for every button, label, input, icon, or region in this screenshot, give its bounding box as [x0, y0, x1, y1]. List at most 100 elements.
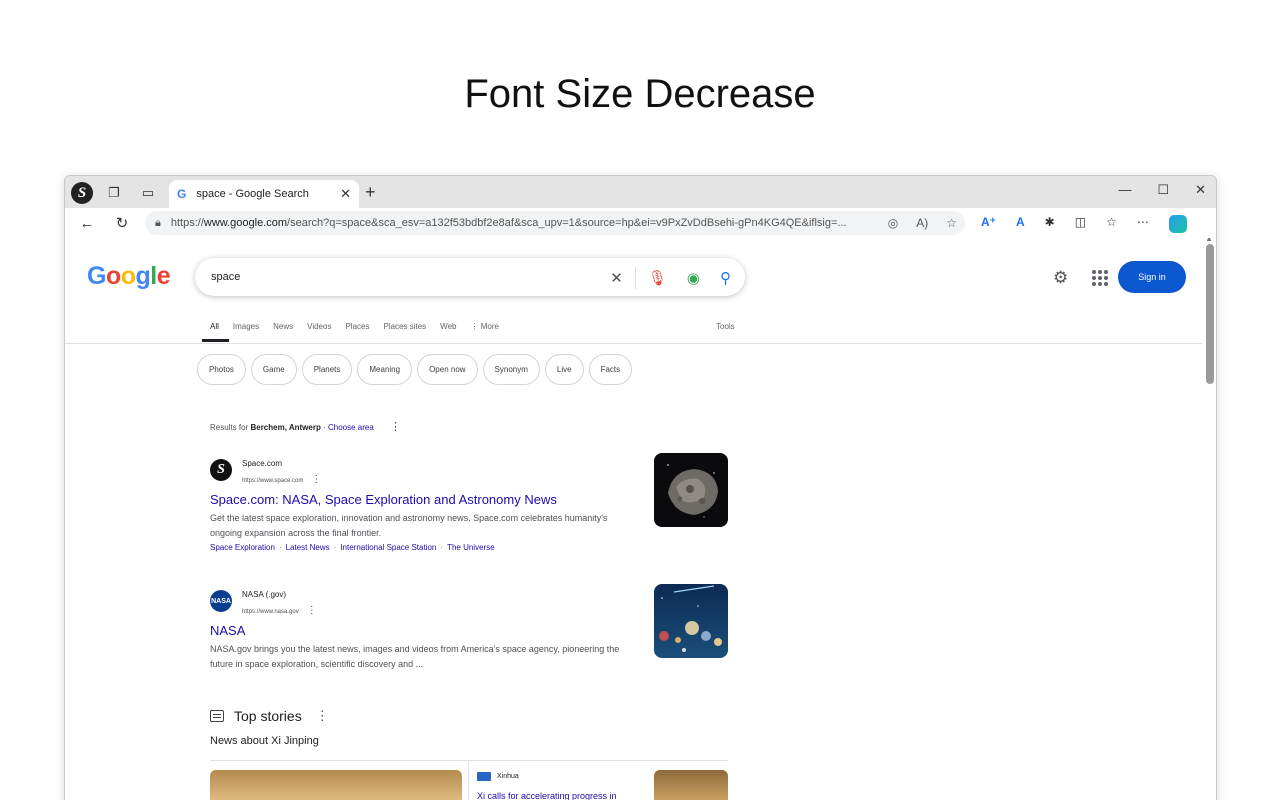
url-rest: /search?q=space&sca_esv=a132f53bdbf2e8af… [287, 217, 847, 229]
back-icon[interactable]: ← [75, 211, 99, 235]
window-controls: — ☐ ✕ [1118, 182, 1206, 198]
result-title-link[interactable]: Space.com: NASA, Space Exploration and A… [210, 492, 557, 507]
scroll-up-icon[interactable]: ▲ [1205, 238, 1213, 243]
tab-all[interactable]: All [202, 322, 229, 342]
url-host: www.google.com [203, 217, 288, 229]
sitelink[interactable]: Space Exploration [210, 543, 275, 552]
xinhua-logo-icon [477, 772, 491, 781]
maximize-icon[interactable]: ☐ [1157, 182, 1169, 198]
sign-in-button[interactable]: Sign in [1118, 261, 1186, 293]
result-url-text: https://www.nasa.gov [242, 609, 299, 615]
voice-search-icon[interactable]: 🎙︎ [648, 269, 667, 287]
favorite-star-icon[interactable]: ☆ [946, 216, 957, 230]
result-thumbnail-planets[interactable] [654, 584, 728, 658]
tools-button[interactable]: Tools [716, 322, 735, 331]
result-site-name: NASA (.gov) [242, 590, 287, 599]
chip-synonym[interactable]: Synonym [482, 354, 540, 385]
refresh-icon[interactable]: ↻ [110, 211, 134, 235]
top-stories-menu-icon[interactable]: ⋮ [316, 708, 329, 724]
copilot-icon[interactable] [1168, 215, 1187, 233]
address-bar[interactable]: 🔒︎ https://www.google.com/search?q=space… [145, 211, 965, 235]
search-query: space [211, 271, 241, 283]
chip-open-now[interactable]: Open now [417, 354, 478, 385]
tab-web[interactable]: Web [440, 322, 456, 331]
search-tabs: All Images News Videos Places Places sit… [202, 322, 513, 342]
result-thumbnail-asteroid[interactable] [654, 453, 728, 527]
story-image[interactable] [210, 770, 462, 800]
story-source-name: Xinhua [497, 773, 519, 780]
google-apps-icon[interactable] [1092, 270, 1108, 286]
new-tab-button[interactable]: + [365, 182, 376, 203]
top-stories-heading: Top stories ⋮ [210, 708, 329, 724]
chip-photos[interactable]: Photos [197, 354, 246, 385]
chip-facts[interactable]: Facts [588, 354, 633, 385]
tab-title: space - Google Search [196, 188, 309, 200]
url-prefix: https:// [170, 217, 204, 229]
page-caption: Font Size Decrease [464, 72, 816, 116]
browser-window: S ❐ ▭ G space - Google Search ✕ + — ☐ ✕ … [64, 175, 1217, 800]
chip-meaning[interactable]: Meaning [357, 354, 413, 385]
result-url: https://www.nasa.gov ⋮ [242, 605, 317, 616]
search-input[interactable]: space ✕ 🎙︎ ◉ ⚲ [195, 258, 745, 296]
story-thumbnail[interactable] [654, 770, 728, 800]
favorites-icon[interactable]: ☆ [1106, 215, 1117, 233]
location-prefix: Results for [210, 423, 251, 432]
split-screen-icon[interactable]: ◫ [1075, 215, 1086, 233]
workspaces-icon[interactable]: ❐ [103, 182, 125, 204]
profile-avatar[interactable]: S [71, 182, 93, 204]
tab-close-icon[interactable]: ✕ [340, 186, 351, 202]
settings-gear-icon[interactable]: ⚙ [1053, 268, 1068, 288]
tab-news[interactable]: News [273, 322, 293, 331]
result-menu-icon[interactable]: ⋮ [307, 605, 317, 616]
scrollbar-thumb[interactable] [1206, 244, 1214, 384]
result-url: https://www.space.com ⋮ [242, 474, 321, 485]
tab-images[interactable]: Images [233, 322, 259, 331]
location-notice: Results for Berchem, Antwerp · Choose ar… [210, 420, 401, 433]
top-stories-title: Top stories [234, 708, 302, 724]
extensions-icon[interactable]: ✱ [1045, 215, 1055, 233]
result-url-text: https://www.space.com [242, 478, 304, 484]
search-divider [634, 267, 636, 289]
lock-icon: 🔒︎ [155, 216, 161, 229]
result-site-name: Space.com [242, 459, 283, 468]
tab-strip: S ❐ ▭ G space - Google Search ✕ + — ☐ ✕ [65, 176, 1216, 208]
font-increase-icon[interactable]: A⁺ [981, 215, 996, 233]
chip-live[interactable]: Live [544, 354, 584, 385]
story-source: Xinhua [477, 772, 519, 781]
sitelink[interactable]: The Universe [447, 543, 495, 552]
tabs-divider [65, 343, 1202, 344]
tab-more[interactable]: ⋮ More [470, 322, 498, 331]
location-place: Berchem, Antwerp [250, 423, 321, 432]
tab-places-sites[interactable]: Places sites [383, 322, 426, 331]
choose-area-link[interactable]: Choose area [328, 423, 374, 432]
tab-places[interactable]: Places [345, 322, 369, 331]
result-title-link[interactable]: NASA [210, 623, 245, 638]
result-sitelinks: Space Exploration · Latest News · Internatio… [210, 543, 495, 552]
sitelink[interactable]: Latest News [286, 543, 330, 552]
location-menu-icon[interactable]: ⋮ [390, 421, 401, 433]
tab-google-search[interactable]: G space - Google Search ✕ [169, 180, 359, 208]
story-title-link[interactable]: Xi calls for accelerating progress in [477, 791, 617, 800]
google-results-page: ▲ Google space ✕ 🎙︎ ◉ ⚲ ⚙ Sign in All Im… [65, 238, 1216, 800]
news-about-label: News about Xi Jinping [210, 735, 319, 747]
vertical-tabs-icon[interactable]: ▭ [137, 182, 159, 204]
lens-camera-icon[interactable]: ◉ [687, 269, 700, 287]
sitelink[interactable]: International Space Station [340, 543, 436, 552]
tracking-prevention-icon[interactable]: ◎ [888, 216, 898, 230]
chip-game[interactable]: Game [250, 354, 297, 385]
clear-search-icon[interactable]: ✕ [610, 269, 623, 287]
result-snippet: NASA.gov brings you the latest news, ima… [210, 644, 620, 669]
chip-planets[interactable]: Planets [301, 354, 353, 385]
minimize-icon[interactable]: — [1118, 182, 1131, 198]
result-menu-icon[interactable]: ⋮ [311, 474, 321, 485]
more-menu-icon[interactable]: ⋯ [1137, 215, 1149, 233]
refinement-chips: Photos Game Planets Meaning Open now Syn… [197, 354, 633, 385]
tab-videos[interactable]: Videos [307, 322, 331, 331]
font-decrease-icon[interactable]: A [1016, 215, 1025, 233]
read-aloud-icon[interactable]: A) [916, 216, 928, 230]
search-icon[interactable]: ⚲ [720, 269, 731, 287]
stories-vertical-divider [468, 760, 469, 800]
close-window-icon[interactable]: ✕ [1195, 182, 1206, 198]
location-sep: · [320, 423, 328, 432]
google-logo[interactable]: Google [87, 262, 171, 291]
